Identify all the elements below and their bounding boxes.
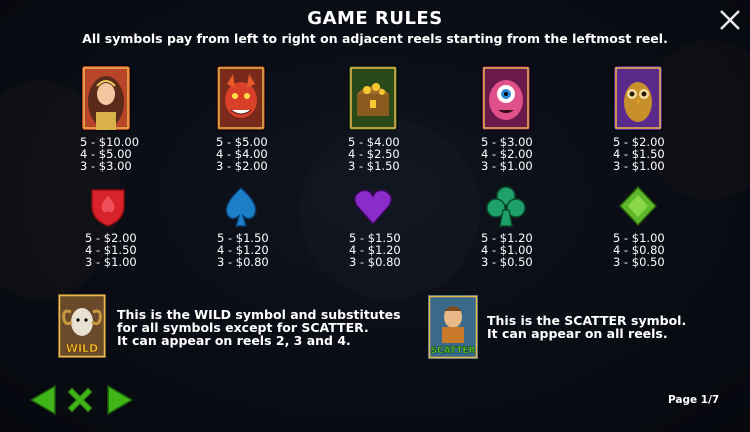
wild-line: It can appear on reels 2, 3 and 4. <box>117 333 351 348</box>
pay-3: 3 - $1.50 <box>348 159 400 173</box>
scatter-line: It can appear on all reels. <box>487 326 668 341</box>
scatter-hero-icon: SCATTER <box>428 295 478 359</box>
pay-3: 3 - $1.00 <box>481 159 533 173</box>
green-diamond-icon <box>618 185 658 227</box>
x-close-icon[interactable] <box>64 384 96 416</box>
green-club-icon <box>486 186 526 227</box>
pay-3: 3 - $1.00 <box>85 255 137 269</box>
pay-3: 3 - $0.50 <box>481 255 533 269</box>
pay-values: 5 - $5.00 4 - $4.00 3 - $2.00 <box>216 136 268 172</box>
wild-description: This is the WILD symbol and substitutes … <box>117 308 401 347</box>
one-eyed-monster-icon <box>482 66 530 130</box>
pay-3: 3 - $0.80 <box>349 255 401 269</box>
scatter-badge: SCATTER <box>431 346 476 356</box>
pay-3: 3 - $0.50 <box>613 255 665 269</box>
pay-3: 3 - $3.00 <box>80 159 132 173</box>
wild-ram-icon: WILD <box>58 294 106 358</box>
pay-values: 5 - $4.00 4 - $2.50 3 - $1.50 <box>348 136 400 172</box>
wild-badge: WILD <box>66 342 98 355</box>
golden-owl-icon <box>614 66 662 130</box>
pay-3: 3 - $1.00 <box>613 159 665 173</box>
blue-spade-icon <box>225 186 257 227</box>
pay-values: 5 - $2.00 4 - $1.50 3 - $1.00 <box>85 232 137 268</box>
arrow-left-icon[interactable] <box>29 384 57 416</box>
rules-subtitle: All symbols pay from left to right on ad… <box>82 31 668 46</box>
page-title: GAME RULES <box>307 8 443 29</box>
close-icon[interactable] <box>716 6 744 34</box>
pay-3: 3 - $2.00 <box>216 159 268 173</box>
pay-values: 5 - $3.00 4 - $2.00 3 - $1.00 <box>481 136 533 172</box>
pay-values: 5 - $1.50 4 - $1.20 3 - $0.80 <box>349 232 401 268</box>
purple-heart-icon <box>354 189 392 226</box>
princess-icon <box>82 66 130 130</box>
pay-values: 5 - $1.20 4 - $1.00 3 - $0.50 <box>481 232 533 268</box>
pay-values: 5 - $2.00 4 - $1.50 3 - $1.00 <box>613 136 665 172</box>
arrow-right-icon[interactable] <box>106 384 134 416</box>
pay-values: 5 - $1.00 4 - $0.80 3 - $0.50 <box>613 232 665 268</box>
scatter-description: This is the SCATTER symbol. It can appea… <box>487 314 686 340</box>
pay-values: 5 - $1.50 4 - $1.20 3 - $0.80 <box>217 232 269 268</box>
treasure-chest-icon <box>349 66 397 130</box>
red-spade-shield-icon <box>91 189 125 227</box>
pay-3: 3 - $0.80 <box>217 255 269 269</box>
red-dragon-icon <box>217 66 265 130</box>
pay-values: 5 - $10.00 4 - $5.00 3 - $3.00 <box>80 136 139 172</box>
page-indicator: Page 1/7 <box>668 394 720 406</box>
